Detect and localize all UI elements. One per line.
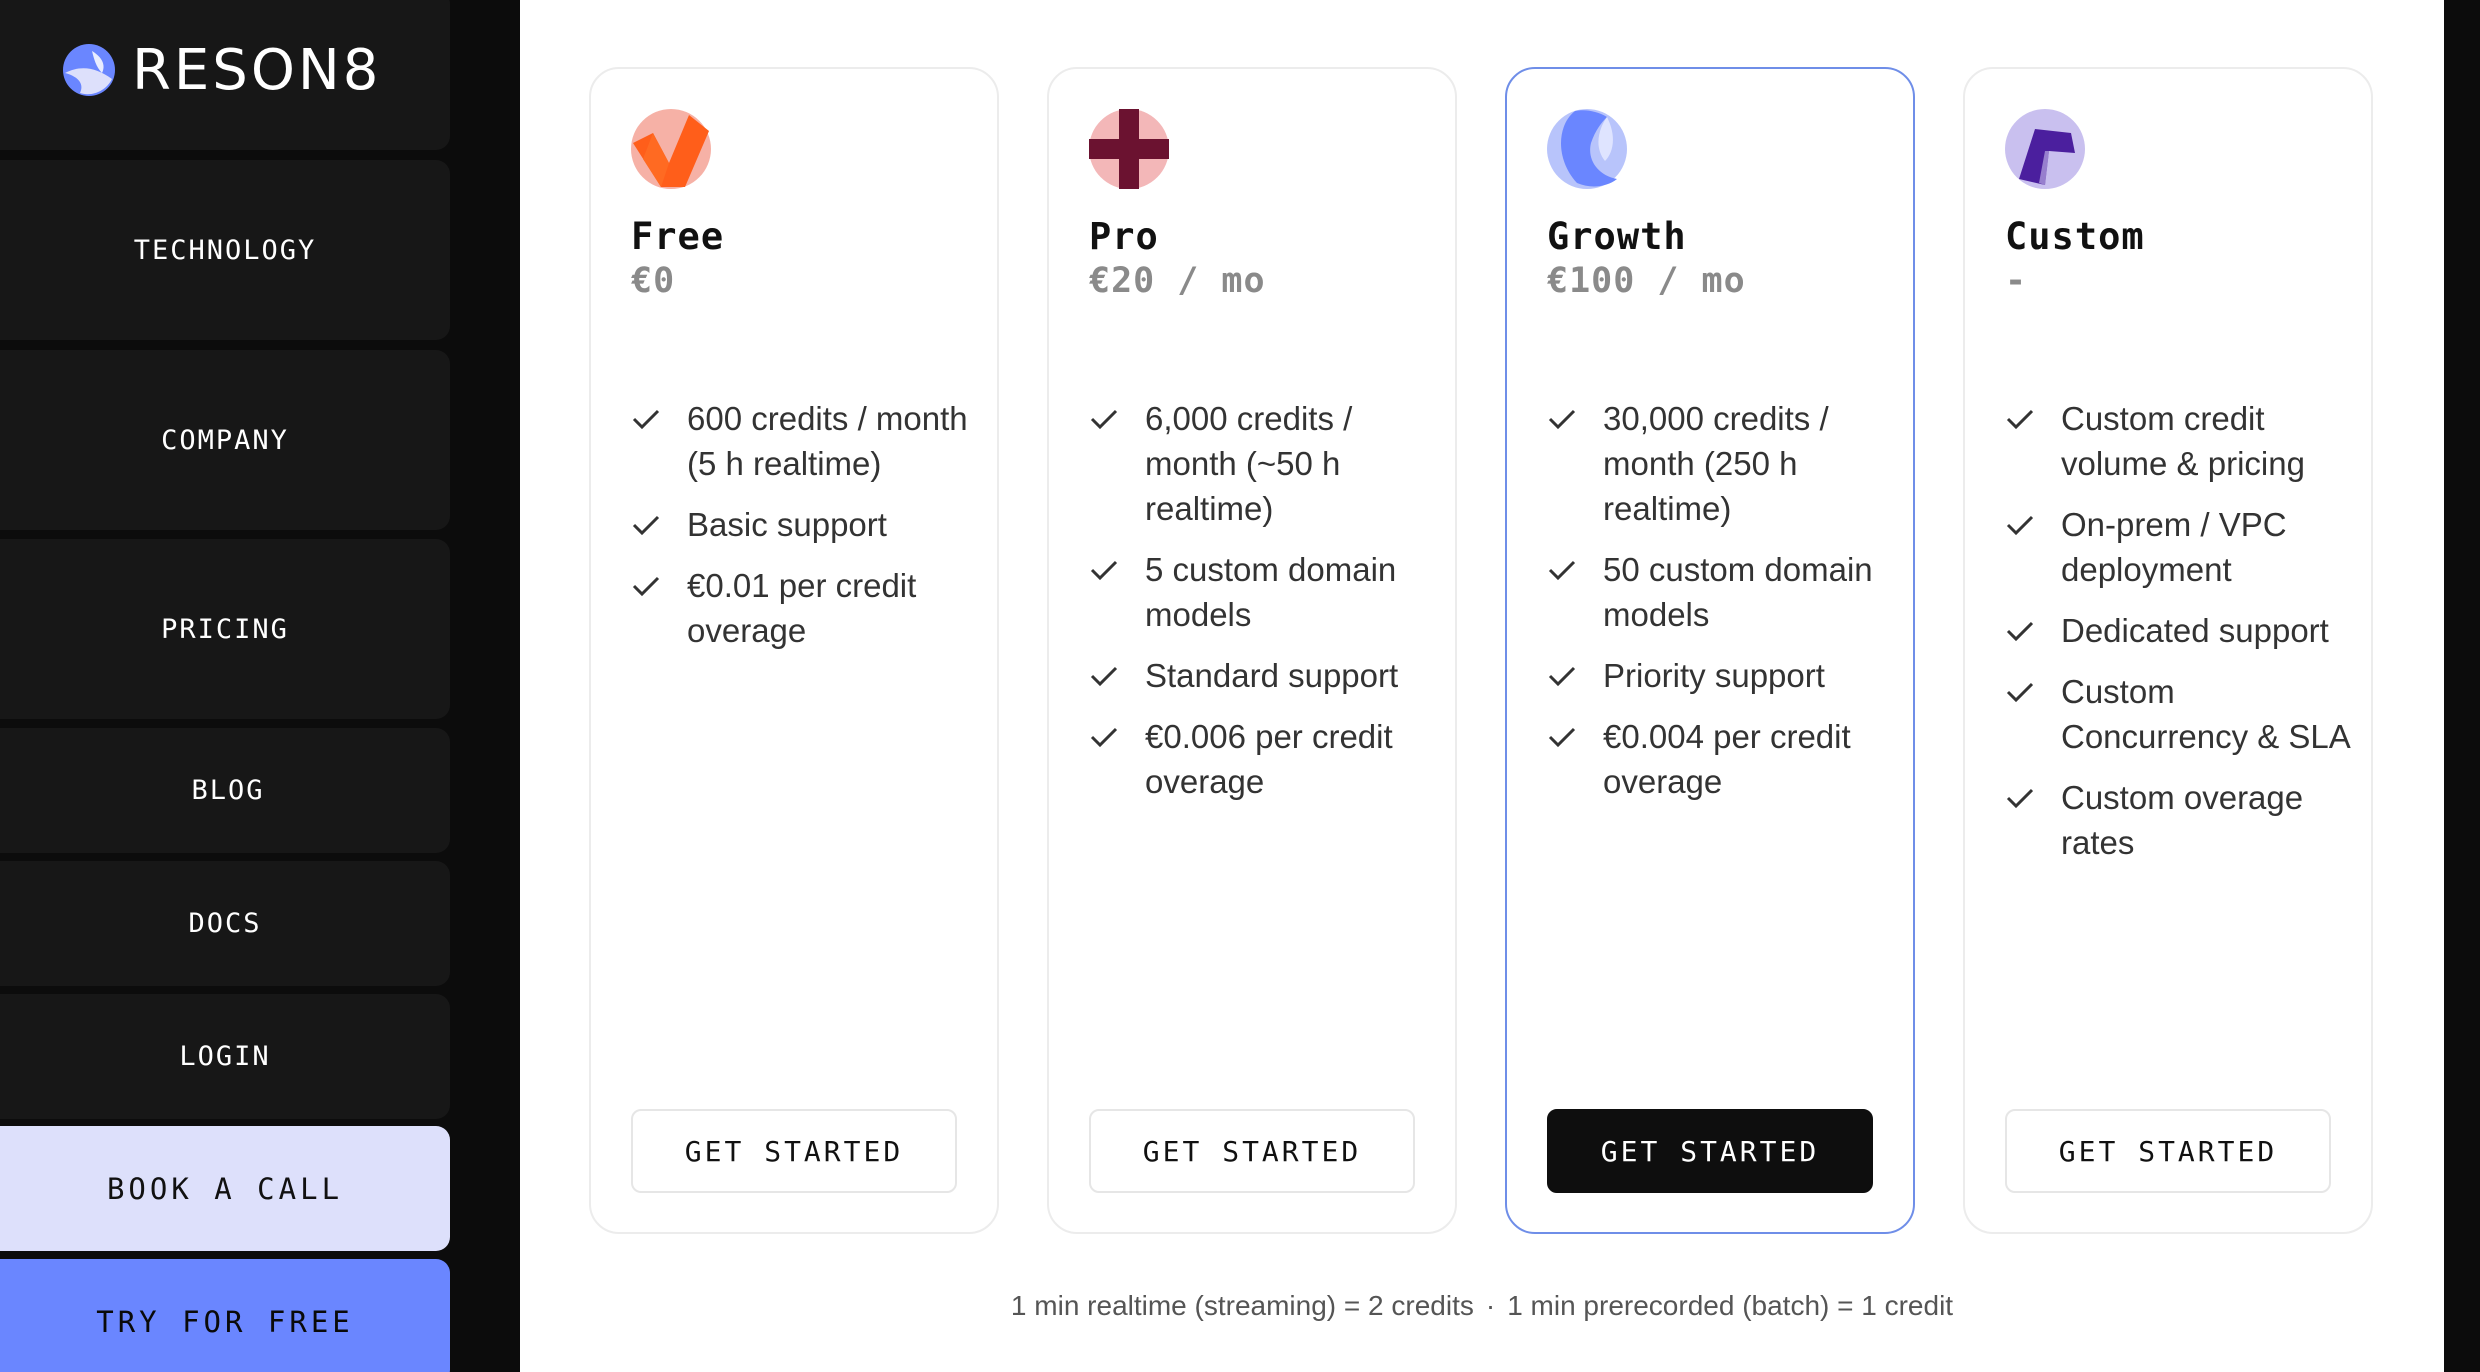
nav-technology[interactable]: TECHNOLOGY [0, 160, 450, 340]
orange-check-logo-icon [631, 109, 711, 189]
purple-shape-logo-icon [2005, 109, 2085, 189]
brand-name: RESON8 [132, 37, 382, 103]
get-started-button-free[interactable]: GET STARTED [631, 1109, 957, 1193]
nav-login[interactable]: LOGIN [0, 994, 450, 1119]
feature-item: 6,000 credits / month (~50 h realtime) [1089, 396, 1439, 531]
plan-card-growth: Growth €100 / mo 30,000 credits / month … [1505, 67, 1915, 1234]
plan-price: €20 / mo [1089, 261, 1266, 301]
check-icon [2005, 669, 2041, 714]
check-icon [631, 396, 667, 441]
plan-price: €0 [631, 261, 676, 301]
feature-text: €0.004 per credit overage [1603, 718, 1851, 800]
feature-item: 50 custom domain models [1547, 547, 1897, 637]
check-icon [1547, 547, 1583, 592]
try-free-button[interactable]: TRY FOR FREE [0, 1259, 450, 1372]
feature-text: 600 credits / month (5 h realtime) [687, 400, 968, 482]
feature-text: 30,000 credits / month (250 h realtime) [1603, 400, 1829, 527]
get-started-button-pro[interactable]: GET STARTED [1089, 1109, 1415, 1193]
feature-item: €0.01 per credit overage [631, 563, 981, 653]
right-edge-bar [2444, 0, 2480, 1372]
feature-text: 5 custom domain models [1145, 551, 1397, 633]
check-icon [2005, 775, 2041, 820]
maroon-cross-logo-icon [1089, 109, 1169, 189]
check-icon [631, 502, 667, 547]
check-icon [1547, 396, 1583, 441]
check-icon [2005, 396, 2041, 441]
nav-blog[interactable]: BLOG [0, 728, 450, 853]
feature-list: 6,000 credits / month (~50 h realtime) 5… [1089, 396, 1439, 820]
get-started-button-growth[interactable]: GET STARTED [1547, 1109, 1873, 1193]
feature-text: Basic support [687, 506, 887, 543]
feature-item: 30,000 credits / month (250 h realtime) [1547, 396, 1897, 531]
feature-item: €0.004 per credit overage [1547, 714, 1897, 804]
feature-text: 6,000 credits / month (~50 h realtime) [1145, 400, 1353, 527]
separator-dot: · [1485, 1290, 1496, 1321]
feature-item: 5 custom domain models [1089, 547, 1439, 637]
check-icon [1089, 396, 1125, 441]
feature-item: €0.006 per credit overage [1089, 714, 1439, 804]
check-icon [631, 563, 667, 608]
plan-name: Free [631, 215, 725, 258]
feature-list: 30,000 credits / month (250 h realtime) … [1547, 396, 1897, 820]
feature-item: Priority support [1547, 653, 1897, 698]
feature-list: 600 credits / month (5 h realtime) Basic… [631, 396, 981, 669]
feature-item: Dedicated support [2005, 608, 2355, 653]
plan-card-pro: Pro €20 / mo 6,000 credits / month (~50 … [1047, 67, 1457, 1234]
credit-footnote: 1 min realtime (streaming) = 2 credits · 1… [520, 1290, 2444, 1322]
get-started-button-custom[interactable]: GET STARTED [2005, 1109, 2331, 1193]
plan-card-custom: Custom - Custom credit volume & pricing … [1963, 67, 2373, 1234]
feature-list: Custom credit volume & pricing On-prem /… [2005, 396, 2355, 881]
feature-text: €0.01 per credit overage [687, 567, 917, 649]
pricing-section: Free €0 600 credits / month (5 h realtim… [520, 0, 2444, 1372]
check-icon [2005, 608, 2041, 653]
check-icon [1089, 714, 1125, 759]
check-icon [1089, 653, 1125, 698]
blue-crescent-logo-icon [1547, 109, 1627, 189]
plan-price: - [2005, 261, 2028, 301]
feature-text: Custom Concurrency & SLA [2061, 673, 2351, 755]
check-icon [1547, 653, 1583, 698]
batch-credit-note: 1 min prerecorded (batch) = 1 credit [1507, 1290, 1954, 1321]
check-icon [1089, 547, 1125, 592]
feature-item: On-prem / VPC deployment [2005, 502, 2355, 592]
feature-text: Priority support [1603, 657, 1825, 694]
plan-name: Custom [2005, 215, 2145, 258]
feature-text: Custom credit volume & pricing [2061, 400, 2305, 482]
feature-item: Basic support [631, 502, 981, 547]
check-icon [2005, 502, 2041, 547]
plan-name: Growth [1547, 215, 1687, 258]
nav-company[interactable]: COMPANY [0, 350, 450, 530]
feature-item: Custom Concurrency & SLA [2005, 669, 2355, 759]
feature-item: 600 credits / month (5 h realtime) [631, 396, 981, 486]
nav-pricing[interactable]: PRICING [0, 539, 450, 719]
check-icon [1547, 714, 1583, 759]
feature-text: Dedicated support [2061, 612, 2329, 649]
book-call-button[interactable]: BOOK A CALL [0, 1126, 450, 1251]
feature-text: On-prem / VPC deployment [2061, 506, 2287, 588]
feature-text: €0.006 per credit overage [1145, 718, 1393, 800]
feature-item: Standard support [1089, 653, 1439, 698]
realtime-credit-note: 1 min realtime (streaming) = 2 credits [1010, 1290, 1474, 1321]
feature-text: Custom overage rates [2061, 779, 2304, 861]
sidebar: RESON8 TECHNOLOGY COMPANY PRICING BLOG D… [0, 0, 520, 1372]
feature-text: Standard support [1145, 657, 1399, 694]
plan-card-free: Free €0 600 credits / month (5 h realtim… [589, 67, 999, 1234]
logo[interactable]: RESON8 [0, 0, 450, 150]
plan-price: €100 / mo [1547, 261, 1746, 301]
reson8-logo-icon [63, 44, 115, 96]
feature-text: 50 custom domain models [1603, 551, 1873, 633]
nav-docs[interactable]: DOCS [0, 861, 450, 986]
feature-item: Custom credit volume & pricing [2005, 396, 2355, 486]
feature-item: Custom overage rates [2005, 775, 2355, 865]
plan-name: Pro [1089, 215, 1159, 258]
